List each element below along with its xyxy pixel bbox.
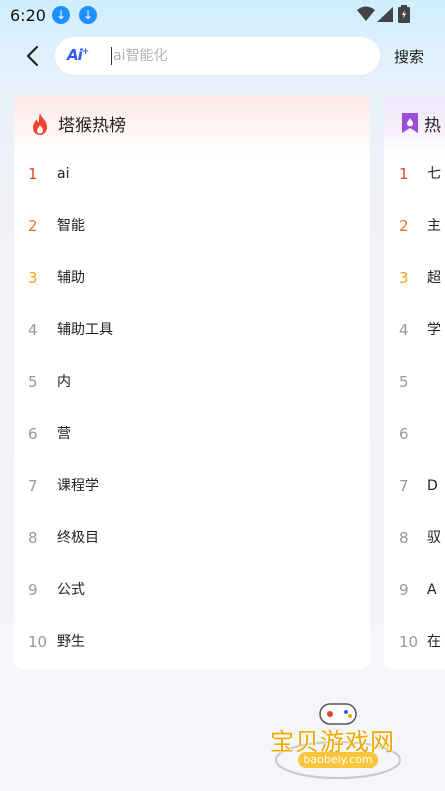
back-button[interactable] (18, 40, 46, 72)
second-list-card: 热 1七 2主 3超 4学 5 6 7D 8驭 9A 10 在 (384, 96, 445, 669)
rank-number: 7 (28, 477, 38, 495)
card-title: 塔猴热榜 (58, 116, 126, 136)
search-input[interactable] (113, 37, 363, 75)
ai-icon-label: Ai (67, 46, 83, 64)
fire-icon (33, 113, 47, 135)
list-item[interactable]: 5内 (14, 356, 370, 408)
rank-number: 10 (399, 633, 419, 651)
watermark-logo: 宝贝游戏网 baobeiy.com (268, 700, 418, 785)
rank-number: 9 (399, 581, 409, 599)
download-icon: ↓ (79, 6, 97, 24)
rank-text: 公式 (57, 582, 85, 598)
list-item[interactable]: 7D (384, 460, 445, 512)
list-item[interactable]: 3 辅助 (14, 252, 370, 304)
text-caret (111, 47, 112, 65)
rank-text: 内 (57, 374, 71, 390)
list-item[interactable]: 8 终极目 (14, 512, 370, 564)
ai-icon: Ai+ (67, 46, 89, 64)
rank-number: 5 (399, 373, 409, 391)
rank-text: 课程学 (57, 478, 99, 494)
rank-number: 4 (28, 321, 38, 339)
list-item[interactable]: 10 野生 (14, 616, 370, 668)
list-item[interactable]: 4学 (384, 304, 445, 356)
rank-number: 2 (399, 217, 409, 235)
list-item[interactable]: 2主 (384, 200, 445, 252)
list-item[interactable]: 6营 (14, 408, 370, 460)
battery-icon (398, 5, 410, 23)
search-button[interactable]: 搜索 (394, 46, 424, 67)
rank-number: 1 (28, 165, 38, 183)
chevron-left-icon (26, 45, 39, 67)
rank-text: 七 (427, 166, 441, 182)
rank-text: 超 (427, 270, 441, 286)
card-header: 塔猴热榜 (14, 96, 370, 156)
list-item[interactable]: 3超 (384, 252, 445, 304)
rank-text: A (427, 582, 437, 598)
rank-number: 7 (399, 477, 409, 495)
rank-text: 营 (57, 426, 71, 442)
search-box[interactable]: Ai+ (55, 37, 380, 75)
rank-text: 辅助工具 (57, 322, 113, 338)
bookmark-icon (402, 113, 418, 133)
list-item[interactable]: 5 (384, 356, 445, 408)
list-item[interactable]: 10 在 (384, 616, 445, 668)
rank-number: 4 (399, 321, 409, 339)
list-item[interactable]: 7 课程学 (14, 460, 370, 512)
rank-number: 3 (28, 269, 38, 287)
rank-number: 3 (399, 269, 409, 287)
rank-text: 在 (427, 634, 441, 650)
rank-text: 终极目 (57, 530, 99, 546)
card-header: 热 (384, 96, 445, 156)
rank-text: 主 (427, 218, 441, 234)
list-item[interactable]: 4 辅助工具 (14, 304, 370, 356)
list-item[interactable]: 1七 (384, 148, 445, 200)
status-time: 6:20 (10, 6, 46, 25)
rank-text: 驭 (427, 530, 441, 546)
rank-number: 6 (399, 425, 409, 443)
card-title: 热 (424, 116, 441, 136)
rank-number: 9 (28, 581, 38, 599)
list-item[interactable]: 1 ai (14, 148, 370, 200)
rank-number: 8 (28, 529, 38, 547)
rank-number: 10 (28, 633, 48, 651)
list-item[interactable]: 6 (384, 408, 445, 460)
status-bar: 6:20 ↓ ↓ (0, 0, 445, 30)
wifi-icon (357, 6, 375, 21)
list-item[interactable]: 9 公式 (14, 564, 370, 616)
rank-number: 5 (28, 373, 38, 391)
rank-number: 1 (399, 165, 409, 183)
list-item[interactable]: 8驭 (384, 512, 445, 564)
hot-list-card: 塔猴热榜 1 ai 2 智能 3 辅助 4 辅助工具 5内 6营 7 课程学 8 终极目 9… (14, 96, 370, 669)
signal-icon (377, 7, 393, 22)
rank-number: 6 (28, 425, 38, 443)
rank-text: ai (57, 166, 70, 182)
rank-text: 智能 (57, 218, 85, 234)
rank-number: 2 (28, 217, 38, 235)
list-item[interactable]: 2 智能 (14, 200, 370, 252)
rank-text: 学 (427, 322, 441, 338)
watermark-url: baobeiy.com (298, 752, 378, 768)
download-icon: ↓ (52, 6, 70, 24)
rank-text: 辅助 (57, 270, 85, 286)
rank-text: 野生 (57, 634, 85, 650)
rank-number: 8 (399, 529, 409, 547)
rank-text: D (427, 478, 438, 494)
list-item[interactable]: 9A (384, 564, 445, 616)
